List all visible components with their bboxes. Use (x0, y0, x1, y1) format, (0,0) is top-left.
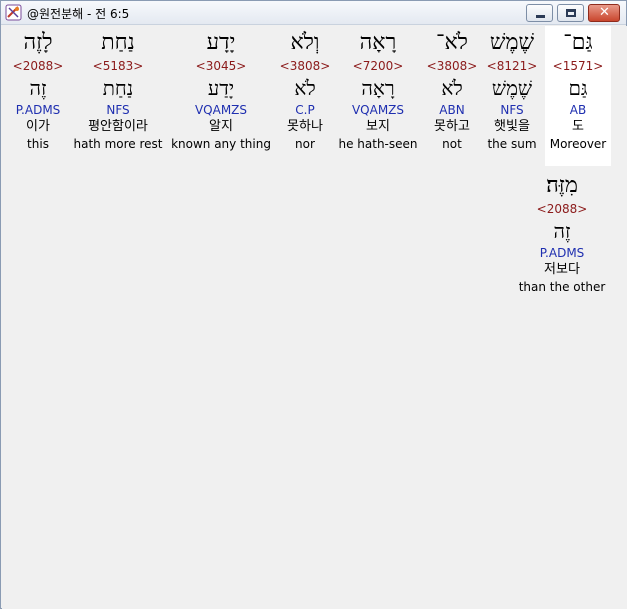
minimize-icon (536, 15, 545, 18)
window-title: @원전분해 - 전 6:5 (27, 7, 130, 21)
strongs-number[interactable]: <2088> (0, 58, 88, 74)
korean-gloss: 알지 (209, 119, 233, 134)
interlinear-view[interactable]: גַּם־ <1571> גַּם AB 도 Moreover שֶׁמֶשׁ … (2, 26, 627, 609)
hebrew-lemma: זֶה (553, 219, 571, 243)
close-icon: ✕ (599, 5, 610, 20)
hebrew-lemma: זֶה (29, 76, 47, 100)
maximize-button[interactable] (557, 4, 584, 22)
korean-gloss: 이가 (26, 119, 50, 134)
title-bar[interactable]: @원전분해 - 전 6:5 ✕ (1, 1, 626, 25)
hebrew-lemma: יָדַע (207, 76, 235, 100)
english-gloss: this (27, 137, 49, 151)
hebrew-word: לָזֶה (23, 30, 53, 55)
word-column[interactable]: לָזֶה <2088> זֶה P.ADMS 이가 this (0, 28, 88, 152)
app-window: @원전분해 - 전 6:5 ✕ גַּם־ <1571> גַּם AB 도 M… (0, 0, 627, 609)
word-column[interactable]: מִזֶּה׃ <2088> זֶה P.ADMS 저보다 than the o… (512, 171, 612, 295)
morphology-code: P.ADMS (539, 246, 585, 260)
english-gloss: than the other (518, 280, 606, 294)
app-icon (5, 4, 22, 21)
word-column[interactable]: יָדָע <3045> יָדַע VQAMZS 알지 known any t… (171, 28, 271, 152)
maximize-icon (566, 9, 576, 17)
english-gloss: known any thing (171, 137, 271, 151)
close-button[interactable]: ✕ (588, 4, 620, 22)
hebrew-word: מִזֶּה׃ (546, 173, 578, 198)
strongs-number[interactable]: <2088> (512, 201, 612, 217)
morphology-code: VQAMZS (194, 103, 248, 117)
korean-gloss: 저보다 (544, 262, 580, 277)
morphology-code: P.ADMS (15, 103, 61, 117)
strongs-number[interactable]: <3045> (171, 58, 271, 74)
minimize-button[interactable] (526, 4, 553, 22)
hebrew-word: יָדָע (206, 30, 236, 55)
